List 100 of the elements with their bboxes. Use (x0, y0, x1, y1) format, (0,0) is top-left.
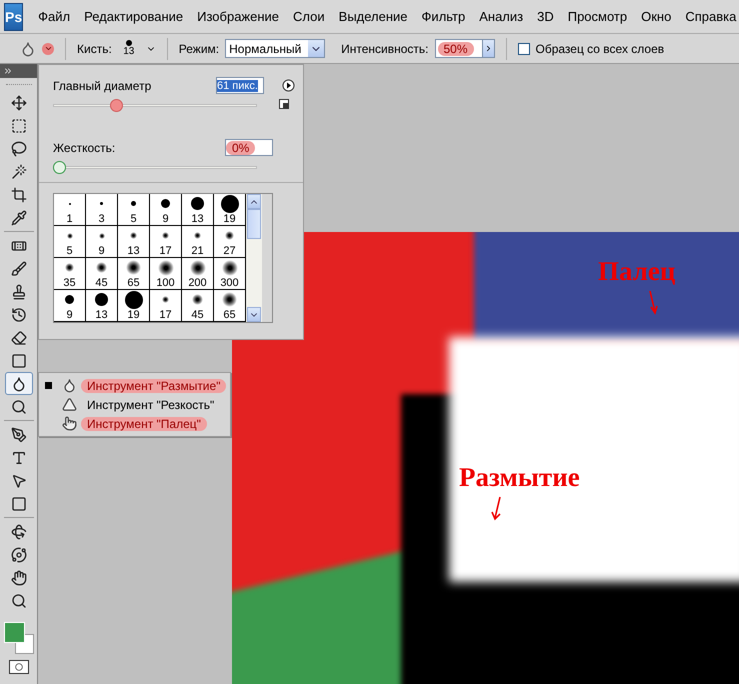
brush-size-label: 9 (98, 245, 105, 257)
text-icon (10, 450, 26, 466)
soft-brush-icon (64, 262, 74, 272)
menu-item[interactable]: Просмотр (560, 5, 634, 28)
hardness-field[interactable]: 0% (225, 139, 273, 156)
brush-size-label: 65 (223, 309, 236, 321)
brush-size-label: 13 (127, 245, 140, 257)
slider-thumb[interactable] (53, 161, 66, 174)
intensity-field[interactable]: 50% (434, 39, 482, 58)
eyedropper-icon (10, 210, 26, 226)
mode-select[interactable]: Нормальный (225, 39, 326, 58)
brush-tip-cell[interactable]: 45 (86, 258, 118, 290)
brush-tip-cell[interactable]: 17 (150, 290, 182, 322)
brush-tip-cell[interactable]: 45 (182, 290, 214, 322)
color-swatches-drawing[interactable] (4, 622, 34, 654)
brush-tip-cell[interactable]: 9 (86, 226, 118, 258)
menu-item[interactable]: Справка (678, 5, 739, 28)
brush-size-label: 9 (162, 213, 169, 225)
scrollbar[interactable] (246, 194, 262, 322)
menu-item[interactable]: Файл (31, 5, 78, 28)
preset-picker-button[interactable] (42, 42, 54, 54)
brush-size-label: 13 (95, 309, 108, 321)
brush-tip-cell[interactable]: 1 (54, 194, 86, 226)
hard-brush-icon (220, 194, 238, 212)
flyout-menu-item[interactable]: Инструмент "Резкость" (39, 395, 230, 414)
brush-icon (10, 260, 26, 276)
checkbox[interactable] (518, 42, 530, 54)
soft-brush-icon (190, 260, 206, 276)
hand-icon (10, 570, 26, 586)
brush-tip-cell[interactable]: 200 (182, 258, 214, 290)
brush-size-label: 45 (191, 309, 204, 321)
menu-item[interactable]: Слои (286, 5, 332, 28)
droplet-icon[interactable] (20, 40, 36, 56)
hard-brush-icon (131, 201, 136, 206)
menu-item[interactable]: Окно (634, 5, 678, 28)
slider-toggle-button[interactable] (482, 39, 494, 58)
soft-brush-icon (194, 232, 202, 240)
hardness-label: Жесткость: (53, 140, 116, 154)
soft-brush-icon (126, 260, 141, 275)
soft-brush-icon (96, 262, 108, 274)
brush-tip-cell[interactable]: 13 (118, 226, 150, 258)
brush-tip-cell[interactable]: 19 (214, 194, 246, 226)
soft-brush-icon (192, 294, 204, 306)
annotation-arrow (648, 290, 658, 316)
brush-size-label: 27 (223, 245, 236, 257)
slider-thumb[interactable] (110, 99, 124, 112)
soft-brush-icon (130, 232, 137, 239)
pen-icon (10, 426, 26, 442)
menu-item[interactable]: Редактирование (77, 5, 190, 28)
stamp-icon (10, 284, 26, 300)
scrollbar-thumb[interactable] (247, 209, 261, 239)
droplet-icon (10, 376, 26, 392)
brush-size-label: 200 (188, 277, 207, 289)
brush-tip-cell[interactable]: 35 (54, 258, 86, 290)
menu-item-label: Инструмент "Размытие" (81, 378, 226, 392)
brush-tip-cell[interactable]: 9 (54, 290, 86, 322)
checkbox-label: Образец со всех слоев (536, 42, 664, 56)
tool-button[interactable] (4, 372, 32, 395)
brush-size-label: 13 (191, 213, 204, 225)
flyout-menu-item[interactable]: Инструмент "Размытие" (39, 376, 230, 395)
marquee-icon (10, 118, 26, 134)
brush-tip-cell[interactable]: 65 (118, 258, 150, 290)
brush-preview[interactable]: 13 (118, 40, 140, 57)
finger-icon (62, 416, 77, 431)
menu-item[interactable]: 3D (530, 5, 561, 28)
quick-mask-button[interactable] (8, 660, 28, 674)
brush-tip-cell[interactable]: 5 (54, 226, 86, 258)
save-preset-icon[interactable] (279, 98, 289, 108)
menu-item[interactable]: Фильтр (414, 5, 472, 28)
soft-brush-icon (158, 260, 174, 276)
menu-item[interactable]: Выделение (332, 5, 415, 28)
app-logo[interactable]: Ps (4, 2, 24, 30)
hardness-slider[interactable] (53, 161, 257, 174)
hard-brush-icon (65, 295, 74, 304)
brush-tip-cell[interactable]: 100 (150, 258, 182, 290)
brush-tip-cell[interactable]: 17 (150, 226, 182, 258)
brush-size-label: 21 (191, 245, 204, 257)
brush-tip-cell[interactable]: 3 (86, 194, 118, 226)
collapse-icon[interactable] (3, 66, 13, 76)
brush-tip-cell[interactable]: 13 (182, 194, 214, 226)
diameter-slider[interactable] (53, 99, 257, 112)
brush-tip-cell[interactable]: 19 (118, 290, 150, 322)
circle-icon (14, 663, 22, 671)
menu-item-label: Инструмент "Палец" (81, 416, 207, 430)
soft-brush-icon (222, 292, 237, 307)
menu-item[interactable]: Анализ (472, 5, 530, 28)
brush-tip-cell[interactable]: 5 (118, 194, 150, 226)
brush-tip-cell[interactable]: 21 (182, 226, 214, 258)
brush-size-label: 5 (66, 245, 73, 257)
diameter-field[interactable]: 61 пикс. (216, 77, 264, 94)
hard-brush-icon (100, 202, 103, 205)
brush-tip-cell[interactable]: 9 (150, 194, 182, 226)
wand-icon (10, 164, 26, 180)
brush-size-label: 1 (66, 213, 73, 225)
annotation-text: Палец (598, 256, 676, 287)
flyout-menu-item[interactable]: Инструмент "Палец" (39, 414, 230, 433)
brush-tip-cell[interactable]: 13 (86, 290, 118, 322)
brush-dot-icon (126, 40, 132, 46)
menu-item[interactable]: Изображение (190, 5, 286, 28)
brush-size-label: 9 (66, 309, 73, 321)
